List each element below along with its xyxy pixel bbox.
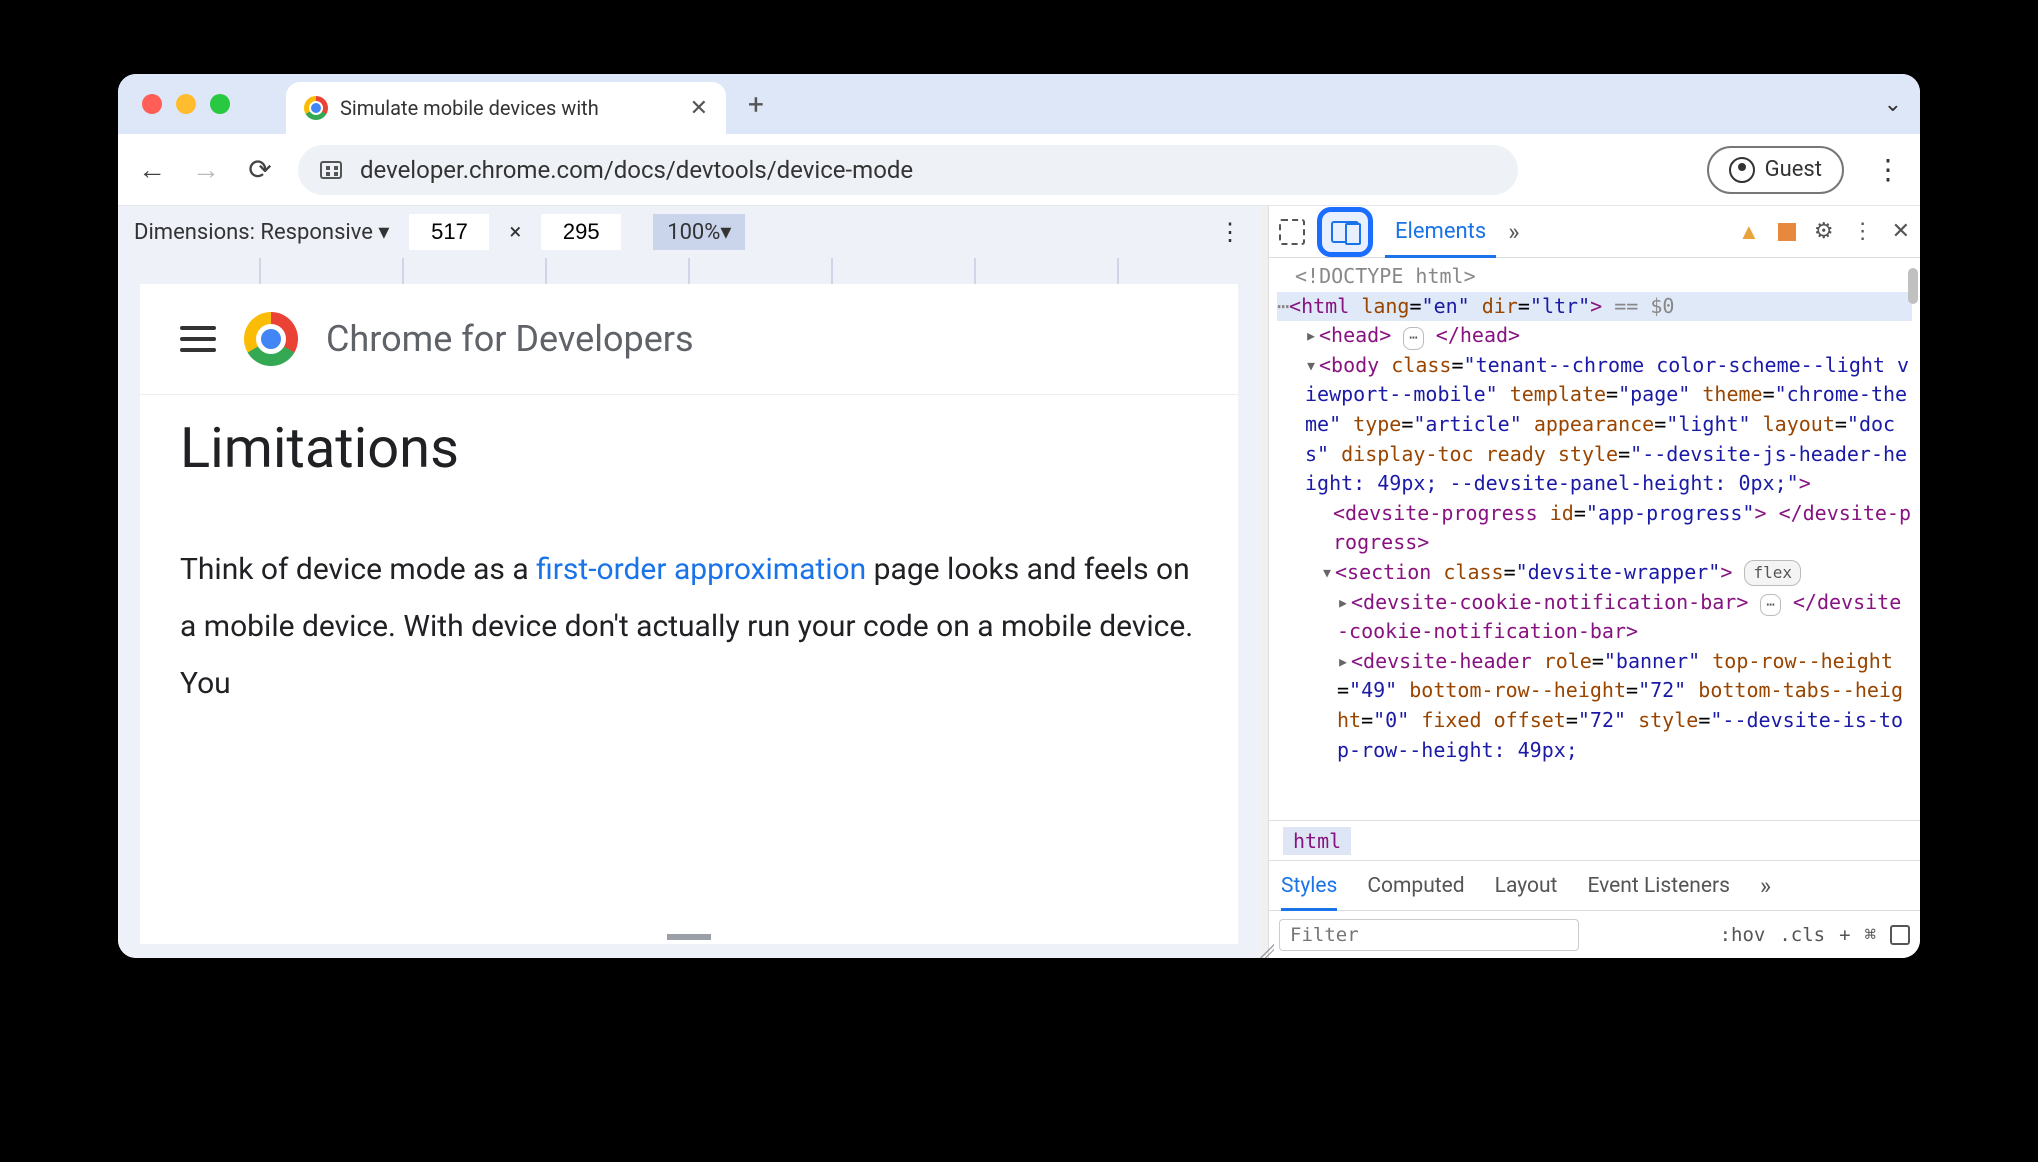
styles-filter-input[interactable] — [1279, 919, 1579, 951]
address-bar[interactable]: developer.chrome.com/docs/devtools/devic… — [298, 145, 1518, 195]
devtools-menu-icon[interactable]: ⋮ — [1852, 219, 1874, 244]
window-close-icon[interactable] — [142, 94, 162, 114]
device-mode-pane: Dimensions: Responsive ▾ × 100% ▾ ⋮ Chro… — [118, 206, 1260, 958]
site-settings-icon[interactable] — [320, 161, 342, 179]
hov-toggle[interactable]: :hov — [1720, 924, 1766, 946]
browser-window: Simulate mobile devices with ✕ + ⌄ ← → ⟳… — [118, 74, 1920, 958]
computed-styles-icon[interactable]: ⌘ — [1865, 924, 1876, 946]
tab-styles[interactable]: Styles — [1281, 874, 1337, 898]
zoom-dropdown[interactable]: 100% ▾ — [653, 214, 745, 250]
page-body: Think of device mode as a first-order ap… — [180, 541, 1198, 712]
close-devtools-icon[interactable]: ✕ — [1892, 219, 1910, 244]
dom-html-element[interactable]: ⋯<html lang="en" dir="ltr"> == $0 — [1277, 292, 1912, 322]
page-heading: Limitations — [180, 415, 1198, 481]
avatar-icon — [1729, 157, 1755, 183]
width-input[interactable] — [409, 214, 489, 250]
dom-body[interactable]: ▾<body class="tenant--chrome color-schem… — [1277, 351, 1912, 499]
styles-tabbar: Styles Computed Layout Event Listeners » — [1269, 860, 1920, 910]
resize-handle-icon[interactable] — [667, 934, 711, 940]
dom-section[interactable]: ▾<section class="devsite-wrapper"> flex — [1277, 558, 1912, 588]
warning-icon[interactable]: ▲ — [1738, 219, 1760, 245]
height-input[interactable] — [541, 214, 621, 250]
back-button[interactable]: ← — [136, 153, 168, 186]
more-styles-tabs-icon[interactable]: » — [1760, 872, 1771, 900]
dom-devsite-header[interactable]: ▸<devsite-header role="banner" top-row--… — [1277, 647, 1912, 765]
dimension-separator: × — [509, 220, 521, 245]
styles-toolbar: :hov .cls + ⌘ — [1269, 910, 1920, 958]
devtools-panel: Elements » ▲ ⚙ ⋮ ✕ <!DOCTYPE html> ⋯<htm… — [1268, 206, 1920, 958]
favicon-icon — [304, 96, 328, 120]
browser-menu-icon[interactable]: ⋮ — [1874, 153, 1902, 186]
hamburger-icon[interactable] — [180, 337, 216, 341]
dimensions-dropdown[interactable]: Dimensions: Responsive ▾ — [134, 220, 389, 245]
ruler — [118, 258, 1260, 284]
site-title: Chrome for Developers — [326, 318, 694, 360]
scrollbar-thumb[interactable] — [1908, 268, 1918, 304]
devtools-tabbar: Elements » ▲ ⚙ ⋮ ✕ — [1269, 206, 1920, 258]
toggle-panel-icon[interactable] — [1890, 925, 1910, 945]
article-content: Limitations Think of device mode as a fi… — [140, 395, 1238, 732]
url-text: developer.chrome.com/docs/devtools/devic… — [360, 156, 913, 184]
window-menu-icon[interactable]: ⌄ — [1884, 92, 1902, 117]
titlebar: Simulate mobile devices with ✕ + ⌄ — [118, 74, 1920, 134]
reload-button[interactable]: ⟳ — [244, 153, 276, 186]
window-minimize-icon[interactable] — [176, 94, 196, 114]
inline-link[interactable]: first-order approximation — [536, 552, 866, 587]
chrome-logo-icon — [244, 312, 298, 366]
page-header: Chrome for Developers — [140, 284, 1238, 395]
tab-computed[interactable]: Computed — [1367, 874, 1464, 898]
new-style-rule-button[interactable]: + — [1839, 924, 1850, 946]
dom-progress[interactable]: <devsite-progress id="app-progress"> </d… — [1277, 499, 1912, 558]
traffic-lights — [142, 94, 230, 114]
cls-toggle[interactable]: .cls — [1779, 924, 1825, 946]
device-icon — [1331, 221, 1359, 243]
settings-icon[interactable]: ⚙ — [1814, 219, 1834, 244]
device-toolbar: Dimensions: Responsive ▾ × 100% ▾ ⋮ — [118, 206, 1260, 258]
dom-breadcrumb[interactable]: html — [1269, 820, 1920, 860]
profile-label: Guest — [1765, 157, 1822, 182]
toggle-device-toolbar-button[interactable] — [1317, 207, 1373, 257]
dom-head[interactable]: ▸<head> ⋯ </head> — [1277, 321, 1912, 351]
new-tab-button[interactable]: + — [748, 88, 764, 121]
device-toolbar-menu-icon[interactable]: ⋮ — [1218, 218, 1242, 246]
pane-splitter[interactable] — [1260, 206, 1268, 958]
dom-cookie-bar[interactable]: ▸<devsite-cookie-notification-bar> ⋯ </d… — [1277, 588, 1912, 647]
forward-button[interactable]: → — [190, 153, 222, 186]
window-maximize-icon[interactable] — [210, 94, 230, 114]
content-area: Dimensions: Responsive ▾ × 100% ▾ ⋮ Chro… — [118, 206, 1920, 958]
dom-tree[interactable]: <!DOCTYPE html> ⋯<html lang="en" dir="lt… — [1269, 258, 1920, 820]
browser-toolbar: ← → ⟳ developer.chrome.com/docs/devtools… — [118, 134, 1920, 206]
tab-elements[interactable]: Elements — [1385, 206, 1496, 257]
dom-doctype: <!DOCTYPE html> — [1277, 262, 1912, 292]
tab-close-icon[interactable]: ✕ — [690, 96, 708, 121]
tab-layout[interactable]: Layout — [1495, 874, 1558, 898]
profile-button[interactable]: Guest — [1707, 146, 1844, 194]
more-tabs-icon[interactable]: » — [1508, 218, 1519, 246]
tab-title: Simulate mobile devices with — [340, 96, 599, 120]
inspect-element-icon[interactable] — [1279, 219, 1305, 245]
issues-icon[interactable] — [1778, 223, 1796, 241]
emulated-viewport[interactable]: Chrome for Developers Limitations Think … — [140, 284, 1238, 944]
breadcrumb-item[interactable]: html — [1283, 827, 1351, 855]
tab-event-listeners[interactable]: Event Listeners — [1587, 874, 1729, 898]
browser-tab[interactable]: Simulate mobile devices with ✕ — [286, 82, 726, 134]
